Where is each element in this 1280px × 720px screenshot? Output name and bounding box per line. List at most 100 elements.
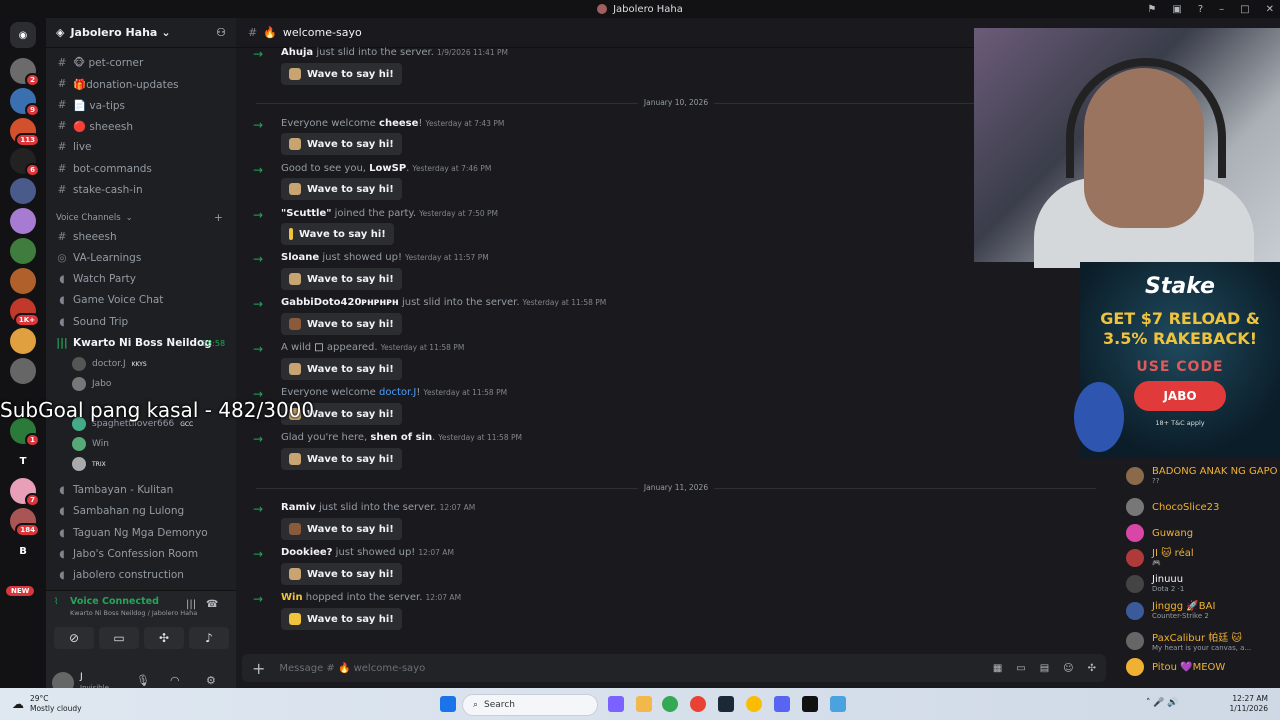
gift-icon[interactable]: ▦ <box>993 663 1002 674</box>
member-item[interactable]: ChocoSlice23 <box>1126 498 1219 516</box>
voice-channel-watch-party[interactable]: ◖ Watch Party <box>56 270 136 288</box>
microphone-icon[interactable]: 🎙 <box>136 674 150 687</box>
wave-button[interactable]: Wave to say hi! <box>281 313 402 335</box>
server-icon[interactable]: 7 <box>10 478 40 507</box>
emoji-icon[interactable]: ☺ <box>1063 663 1073 674</box>
server-icon[interactable]: 2 <box>10 58 40 87</box>
add-member-icon[interactable]: ⚇ <box>216 26 226 39</box>
voice-user[interactable]: TRIX <box>72 457 106 471</box>
server-header[interactable]: ◈ Jabolero Haha ⌄ ⚇ <box>46 18 236 48</box>
wave-button[interactable]: Wave to say hi! <box>281 518 402 540</box>
server-icon[interactable]: 9 <box>10 88 40 117</box>
voice-user[interactable]: doctor.J KKYS <box>72 357 147 371</box>
wave-button[interactable]: Wave to say hi! <box>281 178 402 200</box>
file-explorer-icon[interactable] <box>636 696 652 712</box>
server-icon[interactable] <box>10 178 36 204</box>
tray-icons[interactable]: ˄ 🎤 🔊 <box>1146 698 1179 708</box>
app-icon[interactable] <box>802 696 818 712</box>
server-icon[interactable] <box>10 268 36 294</box>
create-channel-icon[interactable]: + <box>214 209 223 227</box>
window-icon[interactable]: ▣ <box>1172 4 1181 15</box>
member-name[interactable]: Dookiee? <box>281 547 332 558</box>
member-name[interactable]: Win <box>281 592 303 603</box>
member-name[interactable]: shen of sin <box>370 432 432 443</box>
maximize-button[interactable]: □ <box>1240 4 1249 15</box>
copilot-icon[interactable] <box>608 696 624 712</box>
soundboard-icon[interactable]: ♪ <box>189 627 229 649</box>
activities-icon[interactable]: ✣ <box>144 627 184 649</box>
member-name[interactable]: Ramiv <box>281 502 316 513</box>
minimize-button[interactable]: – <box>1219 4 1224 15</box>
channel-va-tips[interactable]: # 📄 va-tips <box>56 96 125 114</box>
voice-channel-sambahan[interactable]: ◖ Sambahan ng Lulong <box>56 502 184 520</box>
member-name[interactable]: doctor.J <box>379 387 416 398</box>
voice-user[interactable]: Jabo <box>72 377 111 391</box>
server-icon[interactable]: 184 <box>10 508 40 537</box>
member-name[interactable]: GabbiDoto420ᴘʜᴘʜᴘʜ <box>281 297 399 308</box>
channel-pet-corner[interactable]: # 🐵 pet-corner <box>56 54 144 72</box>
server-letter-t[interactable]: T <box>10 448 36 474</box>
noise-suppression-icon[interactable]: ||| <box>186 599 196 610</box>
steam-icon[interactable] <box>718 696 734 712</box>
server-letter-b[interactable]: B <box>10 538 36 564</box>
voice-channel-game-voice-chat[interactable]: ◖ Game Voice Chat <box>56 291 163 309</box>
wave-button[interactable]: Wave to say hi! <box>281 268 402 290</box>
discord-icon[interactable] <box>774 696 790 712</box>
voice-channel-va-learnings[interactable]: ◎ VA-Learnings <box>56 249 141 267</box>
wave-button[interactable]: Wave to say hi! <box>281 133 402 155</box>
chrome-icon[interactable] <box>746 696 762 712</box>
channel-sheeesh[interactable]: # 🔴 sheeesh <box>56 117 133 135</box>
taskbar-search[interactable]: ⌕ Search <box>462 694 598 716</box>
close-button[interactable]: ✕ <box>1266 4 1274 15</box>
message-composer[interactable]: + Message # 🔥 welcome-sayo ▦ ▭ ▤ ☺ ✣ <box>242 654 1106 682</box>
chrome-icon[interactable] <box>690 696 706 712</box>
weather-widget[interactable]: ☁ 29°C Mostly cloudy <box>12 694 82 714</box>
server-icon[interactable] <box>10 208 36 234</box>
inbox-icon[interactable]: ⚑ <box>1147 4 1156 15</box>
help-icon[interactable]: ? <box>1198 4 1203 15</box>
channel-bot-commands[interactable]: # bot-commands <box>56 160 152 178</box>
server-icon[interactable] <box>10 358 36 384</box>
wave-button[interactable]: Wave to say hi! <box>281 63 402 85</box>
apps-icon[interactable]: ✣ <box>1088 663 1096 674</box>
discord-home-icon[interactable]: ◉ <box>10 22 36 48</box>
voice-channel-tambayan[interactable]: ◖ Tambayan - Kulitan <box>56 481 173 499</box>
wave-button[interactable]: Wave to say hi! <box>281 223 394 245</box>
member-item[interactable]: Guwang <box>1126 524 1193 542</box>
channel-donation-updates[interactable]: # 🎁donation-updates <box>56 75 179 93</box>
server-icon[interactable]: 113 <box>10 118 40 147</box>
wave-button[interactable]: Wave to say hi! <box>281 448 402 470</box>
member-item[interactable]: BADONG ANAK NG GAPO?? <box>1126 466 1277 485</box>
member-item[interactable]: PaxCalibur 帕廷 🐱 My heart is your canvas, … <box>1126 629 1251 652</box>
voice-channel-sheeesh[interactable]: # sheeesh <box>56 228 117 246</box>
member-name[interactable]: "Scuttle" <box>281 208 331 219</box>
server-icon[interactable] <box>10 238 36 264</box>
message-input[interactable]: Message # 🔥 welcome-sayo <box>279 663 425 674</box>
gif-icon[interactable]: ▭ <box>1016 663 1025 674</box>
start-icon[interactable] <box>440 696 456 712</box>
screen-share-icon[interactable]: ▭ <box>99 627 139 649</box>
member-name[interactable]: Sloane <box>281 252 319 263</box>
wave-button[interactable]: Wave to say hi! <box>281 608 402 630</box>
voice-channel-sound-trip[interactable]: ◖ Sound Trip <box>56 313 128 331</box>
member-item[interactable]: JI 🐱 réal 🎮 <box>1126 548 1194 567</box>
notepad-icon[interactable] <box>830 696 846 712</box>
member-name[interactable]: LowSP <box>369 163 406 174</box>
server-icon[interactable] <box>10 328 36 354</box>
settings-gear-icon[interactable]: ⚙ <box>206 674 216 687</box>
sticker-picker-icon[interactable]: ▤ <box>1040 663 1049 674</box>
disconnect-icon[interactable]: ☎ <box>206 599 218 610</box>
member-item[interactable]: Jinggg 🚀BAI Counter-Strike 2 <box>1126 601 1215 620</box>
channel-stake-cash-in[interactable]: # stake-cash-in <box>56 181 143 199</box>
chrome-icon[interactable] <box>662 696 678 712</box>
member-item[interactable]: Pitou 💜MEOW <box>1126 658 1225 676</box>
voice-channels-header[interactable]: Voice Channels ⌄ <box>56 209 133 227</box>
voice-channel-taguan[interactable]: ◖ Taguan Ng Mga Demonyo <box>56 524 207 542</box>
add-attachment-icon[interactable]: + <box>252 659 265 678</box>
channel-live[interactable]: # live <box>56 138 92 156</box>
voice-channel-construction[interactable]: ◖ jabolero construction <box>56 566 184 584</box>
server-icon[interactable]: 6 <box>10 148 40 177</box>
clock[interactable]: 12:27 AM 1/11/2026 <box>1230 694 1268 714</box>
member-name[interactable]: cheese <box>379 118 418 129</box>
camera-off-icon[interactable]: ⊘ <box>54 627 94 649</box>
